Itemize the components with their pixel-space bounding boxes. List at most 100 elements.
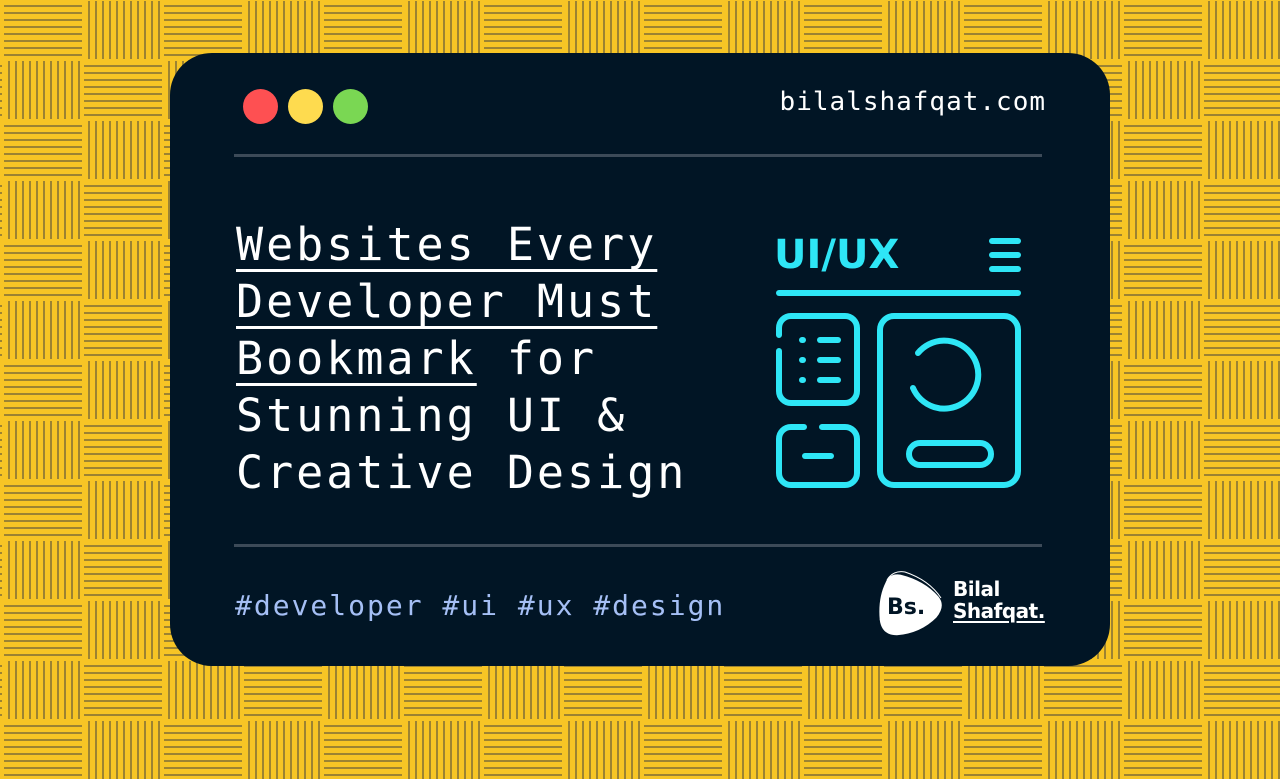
weave-tile xyxy=(1204,661,1280,719)
weave-tile xyxy=(84,661,162,719)
top-divider xyxy=(234,154,1042,157)
brand-logo: Bs. Bilal Shafqat. xyxy=(875,568,1075,648)
logo-badge-text: Bs. xyxy=(887,595,925,620)
weave-tile xyxy=(964,661,1042,719)
weave-tile xyxy=(4,421,82,479)
weave-tile xyxy=(84,181,162,239)
weave-tile xyxy=(1124,1,1202,59)
weave-tile xyxy=(1204,241,1280,299)
weave-tile xyxy=(804,721,882,779)
list-lines xyxy=(799,337,841,383)
weave-tile xyxy=(84,241,162,299)
weave-tile xyxy=(404,661,482,719)
weave-tile xyxy=(884,1,962,59)
weave-tile xyxy=(84,61,162,119)
weave-tile xyxy=(0,181,2,239)
maximize-dot[interactable] xyxy=(333,89,368,124)
weave-tile xyxy=(644,1,722,59)
logo-badge-icon: Bs. xyxy=(877,571,944,637)
weave-tile xyxy=(324,721,402,779)
weave-tile xyxy=(164,721,242,779)
weave-tile xyxy=(564,721,642,779)
weave-tile xyxy=(4,121,82,179)
weave-tile xyxy=(244,1,322,59)
weave-tile xyxy=(0,241,2,299)
weave-tile xyxy=(84,541,162,599)
weave-tile xyxy=(0,661,2,719)
weave-tile xyxy=(1204,301,1280,359)
weave-tile xyxy=(4,301,82,359)
weave-tile xyxy=(1124,361,1202,419)
weave-tile xyxy=(884,661,962,719)
ui-ux-wireframe-icon: UI/UX xyxy=(774,232,1021,488)
weave-tile xyxy=(0,541,2,599)
weave-tile xyxy=(1044,721,1122,779)
weave-tile xyxy=(564,661,642,719)
weave-tile xyxy=(244,721,322,779)
weave-tile xyxy=(324,661,402,719)
weave-tile xyxy=(804,661,882,719)
logo-line-2: Shafqat. xyxy=(953,599,1045,623)
weave-tile xyxy=(1124,661,1202,719)
weave-tile xyxy=(84,361,162,419)
weave-tile xyxy=(1124,181,1202,239)
weave-tile xyxy=(1124,301,1202,359)
weave-tile xyxy=(1044,1,1122,59)
headline-line-3-rest: for xyxy=(476,332,598,385)
weave-tile xyxy=(1204,121,1280,179)
weave-tile xyxy=(84,301,162,359)
weave-tile xyxy=(1124,61,1202,119)
weave-tile xyxy=(724,721,802,779)
minimize-dot[interactable] xyxy=(288,89,323,124)
weave-tile xyxy=(484,661,562,719)
weave-tile xyxy=(4,61,82,119)
weave-tile xyxy=(1124,121,1202,179)
headline-line-4: Stunning UI & xyxy=(236,389,628,442)
site-url: bilalshafqat.com xyxy=(779,87,1046,117)
weave-tile xyxy=(964,721,1042,779)
headline-line-5: Creative Design xyxy=(236,446,688,499)
weave-tile xyxy=(724,1,802,59)
weave-tile xyxy=(484,1,562,59)
ui-ux-label: UI/UX xyxy=(774,232,899,278)
weave-tile xyxy=(84,601,162,659)
profile-bar xyxy=(906,440,994,468)
weave-tile xyxy=(644,721,722,779)
weave-tile xyxy=(4,1,82,59)
weave-tile xyxy=(1124,421,1202,479)
weave-tile xyxy=(1204,181,1280,239)
weave-tile xyxy=(0,301,2,359)
weave-tile xyxy=(0,61,2,119)
weave-tile xyxy=(1204,481,1280,539)
headline-line-1: Websites Every xyxy=(236,218,658,271)
logo-line-1: Bilal xyxy=(953,577,1000,601)
weave-tile xyxy=(84,1,162,59)
traffic-lights xyxy=(243,89,368,124)
weave-tile xyxy=(1204,1,1280,59)
weave-tile xyxy=(244,661,322,719)
logo-wordmark: Bilal Shafqat. xyxy=(953,578,1045,622)
weave-tile xyxy=(1124,241,1202,299)
avatar-circle xyxy=(910,337,982,412)
weave-tile xyxy=(4,481,82,539)
weave-tile xyxy=(4,601,82,659)
weave-tile xyxy=(1124,721,1202,779)
weave-tile xyxy=(1044,661,1122,719)
weave-tile xyxy=(84,721,162,779)
weave-tile xyxy=(164,661,242,719)
weave-tile xyxy=(0,361,2,419)
weave-tile xyxy=(4,181,82,239)
hamburger-menu-icon xyxy=(989,238,1021,272)
weave-tile xyxy=(884,721,962,779)
weave-tile xyxy=(0,421,2,479)
weave-tile xyxy=(484,721,562,779)
weave-tile xyxy=(1204,361,1280,419)
weave-tile xyxy=(404,1,482,59)
headline: Websites Every Developer Must Bookmark f… xyxy=(236,216,756,501)
weave-tile xyxy=(1124,481,1202,539)
weave-tile xyxy=(1204,721,1280,779)
weave-tile xyxy=(4,241,82,299)
weave-tile xyxy=(964,1,1042,59)
weave-tile xyxy=(1204,541,1280,599)
close-dot[interactable] xyxy=(243,89,278,124)
